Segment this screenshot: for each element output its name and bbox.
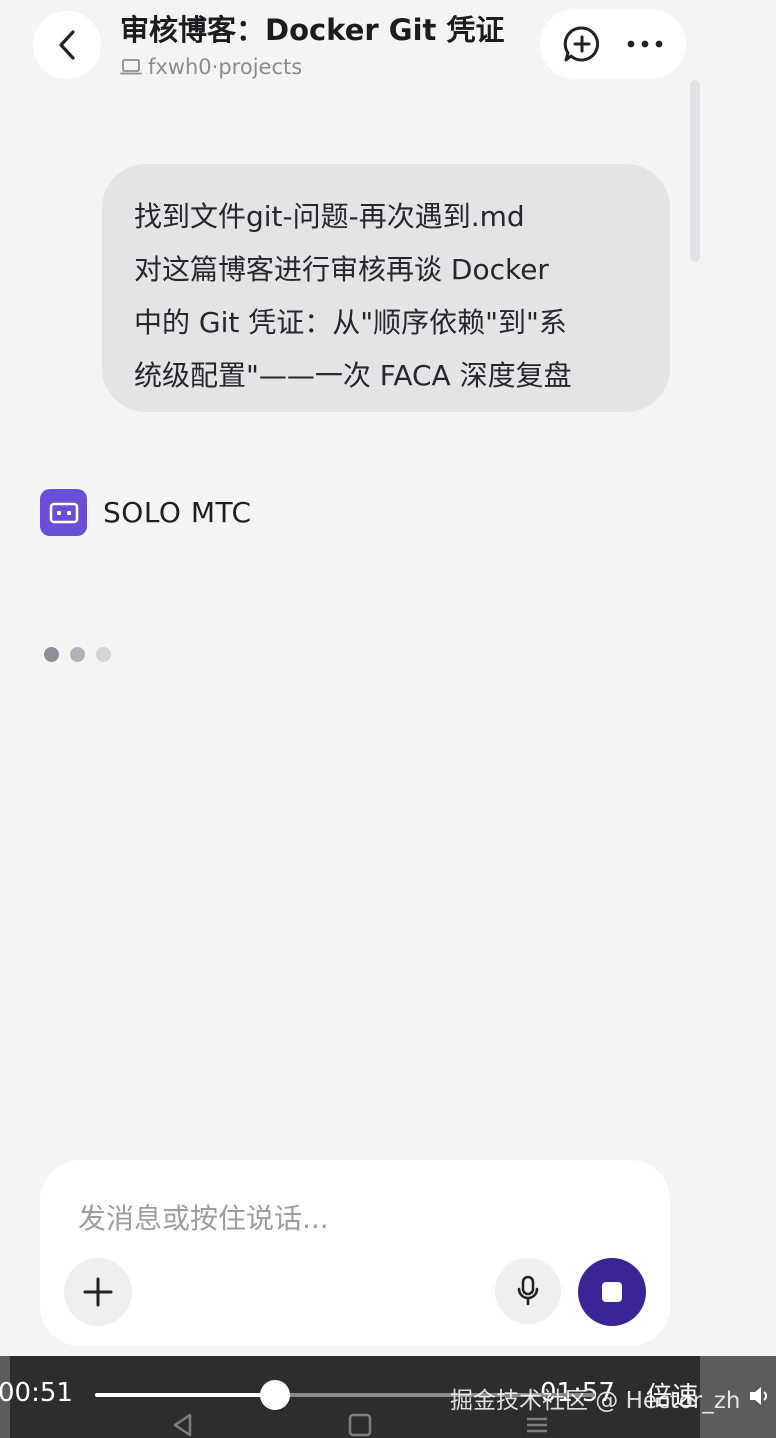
message-composer [40, 1160, 670, 1346]
chevron-left-icon [59, 30, 75, 60]
volume-icon[interactable] [748, 1384, 772, 1408]
bot-name: SOLO MTC [103, 496, 252, 529]
add-attachment-button[interactable] [64, 1258, 132, 1326]
user-message-line: 统级配置"——一次 FACA 深度复盘 [134, 359, 572, 392]
bot-icon [49, 502, 78, 523]
typing-dot [96, 647, 111, 662]
nav-menu-icon[interactable] [524, 1412, 550, 1438]
more-options-button[interactable] [625, 38, 665, 50]
user-message-line: 中的 Git 凭证：从"顺序依赖"到"系 [134, 306, 567, 339]
video-progress-handle[interactable] [260, 1380, 290, 1410]
bot-header: SOLO MTC [40, 489, 252, 536]
stop-generation-button[interactable] [578, 1258, 646, 1326]
system-navigation-bar [170, 1412, 550, 1438]
plus-icon [83, 1277, 113, 1307]
back-button[interactable] [33, 11, 101, 79]
conversation-title: 审核博客：Docker Git 凭证 [120, 13, 505, 47]
workspace-label[interactable]: fxwh0·projects [120, 53, 530, 81]
more-icon [627, 40, 662, 48]
chat-plus-icon [563, 26, 599, 62]
workspace-name: fxwh0·projects [148, 55, 303, 79]
voice-input-button[interactable] [495, 1258, 561, 1324]
laptop-icon [120, 59, 142, 75]
user-message-bubble: 找到文件git-问题-再次遇到.md 对这篇博客进行审核再谈 Docker 中的… [102, 164, 670, 412]
typing-indicator [44, 647, 111, 662]
header-actions [540, 9, 686, 79]
video-progress-fill [95, 1393, 275, 1397]
stop-icon [602, 1282, 622, 1302]
new-chat-button[interactable] [562, 24, 602, 64]
bot-avatar [40, 489, 87, 536]
current-time: 00:51 [0, 1378, 73, 1408]
nav-back-icon[interactable] [170, 1412, 196, 1438]
user-message-line: 对这篇博客进行审核再谈 Docker [134, 253, 549, 286]
nav-home-icon[interactable] [347, 1412, 373, 1438]
watermark-text: 掘金技术社区 @ Hector_zh [450, 1388, 741, 1414]
header-title-block: 审核博客：Docker Git 凭证 fxwh0·projects [120, 10, 530, 81]
typing-dot [44, 647, 59, 662]
microphone-icon [517, 1275, 539, 1306]
scrollbar-thumb[interactable] [690, 80, 700, 262]
typing-dot [70, 647, 85, 662]
user-message-line: 找到文件git-问题-再次遇到.md [134, 200, 525, 233]
message-input[interactable] [78, 1202, 618, 1235]
